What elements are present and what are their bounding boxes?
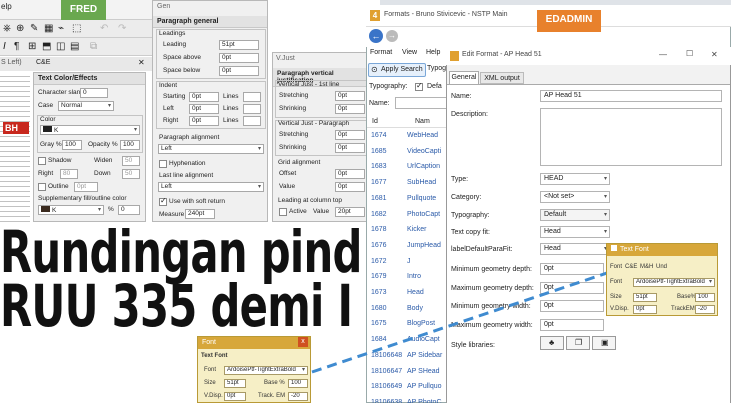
text-font-panel-bottom: Font x Text Font Font ArdoisePtf-TightEx…	[197, 336, 311, 403]
tf-bottom-close[interactable]: x	[298, 337, 308, 347]
tf-right-title: Text Font	[620, 246, 649, 253]
tf-bottom-track-label: Track. EM	[258, 393, 286, 399]
tf-bottom-font-select[interactable]: ArdoisePtf-TightExtraBold	[224, 366, 308, 375]
tf-bottom-base-input[interactable]: 100	[288, 379, 308, 388]
connector-line	[311, 270, 611, 374]
tf-vdisp-input[interactable]: 0pt	[633, 305, 657, 314]
tf-bottom-window-title: Font	[202, 339, 217, 346]
text-font-panel-right: Text Font Font C&E M&H Und Font ArdoiseP…	[606, 243, 718, 316]
tf-bottom-font-label: Font	[204, 367, 217, 373]
tf-bottom-size-input[interactable]: 51pt	[224, 379, 246, 388]
tf-font-select[interactable]: ArdoisePtf-TightExtraBold	[633, 278, 715, 287]
tf-bottom-base-label: Base %	[264, 380, 285, 386]
tf-base-label: Base%	[677, 294, 697, 300]
tf-tab-ce[interactable]: C&E	[625, 264, 637, 270]
tf-bottom-vdisp-label: V.Disp.	[204, 393, 223, 399]
tf-right-icon	[611, 245, 617, 251]
tf-bottom-vdisp-input[interactable]: 0pt	[224, 392, 246, 401]
tf-tab-und[interactable]: Und	[656, 264, 667, 270]
connector-dash	[311, 270, 611, 374]
tf-bottom-track-input[interactable]: -20	[288, 392, 308, 401]
tf-base-input[interactable]: 100	[695, 293, 715, 302]
tf-right-header: Text Font	[607, 244, 717, 256]
tf-vdisp-label: V.Disp.	[610, 306, 629, 312]
tf-bottom-size-label: Size	[204, 380, 216, 386]
tf-track-input[interactable]: -20	[695, 305, 715, 314]
tf-size-label: Size	[610, 294, 622, 300]
tf-bottom-header: Font x	[198, 337, 310, 349]
tf-track-label: TrackEM	[671, 306, 695, 312]
tf-font-label: Font	[610, 279, 623, 285]
tf-tab-font[interactable]: Font	[610, 264, 622, 270]
tf-size-input[interactable]: 51pt	[633, 293, 657, 302]
tf-tab-mh[interactable]: M&H	[640, 264, 653, 270]
tf-bottom-section: Text Font	[201, 353, 228, 359]
